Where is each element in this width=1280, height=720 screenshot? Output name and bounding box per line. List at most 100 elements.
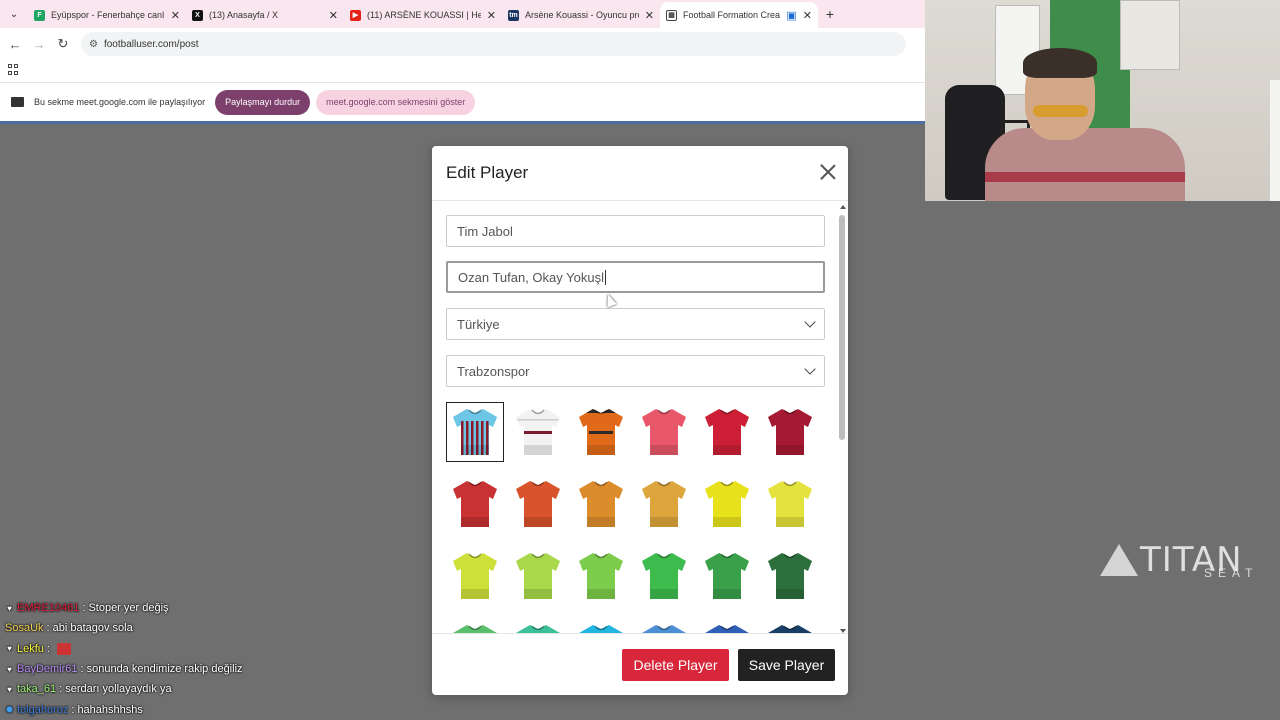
titan-logo-icon [1100,544,1138,576]
screen-share-icon [11,97,24,107]
jersey-icon [579,625,623,633]
kit-option[interactable] [698,618,756,633]
chat-message: ♥ BayDemir61 : sonunda kendimize rakip d… [0,659,320,679]
kit-option[interactable] [698,546,756,606]
kit-option[interactable] [635,402,693,462]
kit-option[interactable] [698,402,756,462]
chat-message: ⬢ tolgahoroz : hahahshhshs [6,703,143,716]
tab-title: (11) ARSÈNE KOUASSI | He Has [367,10,481,20]
jersey-icon [768,553,812,599]
scroll-thumb[interactable] [839,215,845,440]
save-player-button[interactable]: Save Player [738,649,835,681]
kit-option[interactable] [509,474,567,534]
kit-option[interactable] [509,618,567,633]
tab-sharing-bar: Bu sekme meet.google.com ile paylaşılıyo… [0,82,925,121]
webcam-overlay [925,0,1280,201]
modal-body[interactable]: Tim Jabol Ozan Tufan, Okay Yokuşl Türkiy… [432,201,848,633]
kit-option[interactable] [509,546,567,606]
kit-option[interactable] [698,474,756,534]
address-bar[interactable]: ⚙ footballuser.com/post [81,32,906,56]
chevron-down-icon [804,316,816,328]
reload-button[interactable]: ↻ [51,36,75,52]
back-button[interactable]: ← [3,37,27,52]
kit-option[interactable] [509,402,567,462]
browser-tab[interactable]: tm Arsène Kouassi - Oyuncu profili ✕ [502,2,660,28]
player-comparison-value: Ozan Tufan, Okay Yokuşl [458,269,604,285]
tab-title: Arsène Kouassi - Oyuncu profili [525,10,639,20]
tab-search-icon[interactable]: ⌄ [0,0,28,28]
country-select[interactable]: Türkiye [446,308,825,340]
site-info-icon[interactable]: ⚙ [89,39,98,50]
jersey-icon [516,625,560,633]
close-tab-icon[interactable]: ✕ [171,9,180,22]
browser-tab[interactable]: ▶ (11) ARSÈNE KOUASSI | He Has ✕ [344,2,502,28]
chat-username: Lekfu [17,642,44,655]
youtube-icon: ▶ [350,9,361,21]
kit-option[interactable] [572,546,630,606]
modal-scrollbar[interactable] [838,205,848,633]
edit-player-modal: Edit Player Tim Jabol Ozan Tufan, Okay Y… [432,146,848,695]
player-name-value: Tim Jabol [457,223,513,239]
show-meet-tab-button[interactable]: meet.google.com sekmesini göster [316,89,476,115]
kit-option[interactable] [635,546,693,606]
scroll-up-icon[interactable] [840,205,846,209]
sponsor-sub: SEAT [1204,566,1259,580]
kit-option[interactable] [635,618,693,633]
stop-sharing-button[interactable]: Paylaşmayı durdur [215,89,311,115]
jersey-icon [516,553,560,599]
heart-icon: ♥ [7,684,12,694]
kit-picker [446,402,825,633]
heart-icon: ♥ [7,664,12,674]
kit-option[interactable] [446,618,504,633]
kit-option[interactable] [572,618,630,633]
tab-title: Football Formation Creator [683,10,781,20]
kit-option[interactable] [446,402,504,462]
sharing-message: Bu sekme meet.google.com ile paylaşılıyo… [34,97,206,107]
jersey-icon [768,625,812,633]
kit-option[interactable] [761,618,819,633]
sharing-indicator-icon: ▣ [786,9,797,22]
close-tab-icon[interactable]: ✕ [487,9,496,22]
forward-button[interactable]: → [27,37,51,52]
jersey-icon [579,409,623,455]
kit-option[interactable] [572,402,630,462]
chat-message: ♥ EMRE10461 : Stoper yer değiş [0,598,320,618]
new-tab-button[interactable]: + [818,6,842,22]
sponsor-logo: TITAN SEAT [1100,540,1252,580]
chat-message: ♥ Lekfu : [0,639,320,659]
player-name-field[interactable]: Tim Jabol [446,215,825,247]
browser-tab-strip: ⌄ F Eyüpspor - Fenerbahçe canlı skor ✕ X… [0,0,925,28]
jersey-icon [642,553,686,599]
apps-grid-icon[interactable] [8,64,19,75]
kit-option[interactable] [761,402,819,462]
chat-text: abi batagov sola [52,622,133,635]
kit-option[interactable] [635,474,693,534]
browser-tab[interactable]: F Eyüpspor - Fenerbahçe canlı skor ✕ [28,2,186,28]
kit-option[interactable] [446,546,504,606]
tab-title: Eyüpspor - Fenerbahçe canlı skor [51,10,165,20]
tab-title: (13) Anasayfa / X [209,10,279,20]
jersey-icon [768,409,812,455]
player-comparison-field[interactable]: Ozan Tufan, Okay Yokuşl [446,261,825,293]
club-select[interactable]: Trabzonspor [446,355,825,387]
jersey-icon [516,481,560,527]
chat-text: Stoper yer değiş [88,602,169,615]
chat-username: taka_61 [17,683,57,696]
kit-option[interactable] [572,474,630,534]
close-icon[interactable] [820,164,836,180]
kit-option[interactable] [761,474,819,534]
chevron-down-icon [804,363,816,375]
jersey-icon [642,409,686,455]
close-tab-icon[interactable]: ✕ [803,9,812,22]
jersey-icon [453,553,497,599]
chat-username: EMRE10461 [17,602,80,615]
close-tab-icon[interactable]: ✕ [329,9,338,22]
browser-tab-active[interactable]: ▦ Football Formation Creator ▣ ✕ [660,2,818,28]
heart-icon: ♥ [7,603,12,613]
kit-option[interactable] [761,546,819,606]
chat-text: sonunda kendimize rakip değiliz [86,663,243,676]
close-tab-icon[interactable]: ✕ [645,9,654,22]
delete-player-button[interactable]: Delete Player [622,649,729,681]
kit-option[interactable] [446,474,504,534]
browser-tab[interactable]: X (13) Anasayfa / X ✕ [186,2,344,28]
